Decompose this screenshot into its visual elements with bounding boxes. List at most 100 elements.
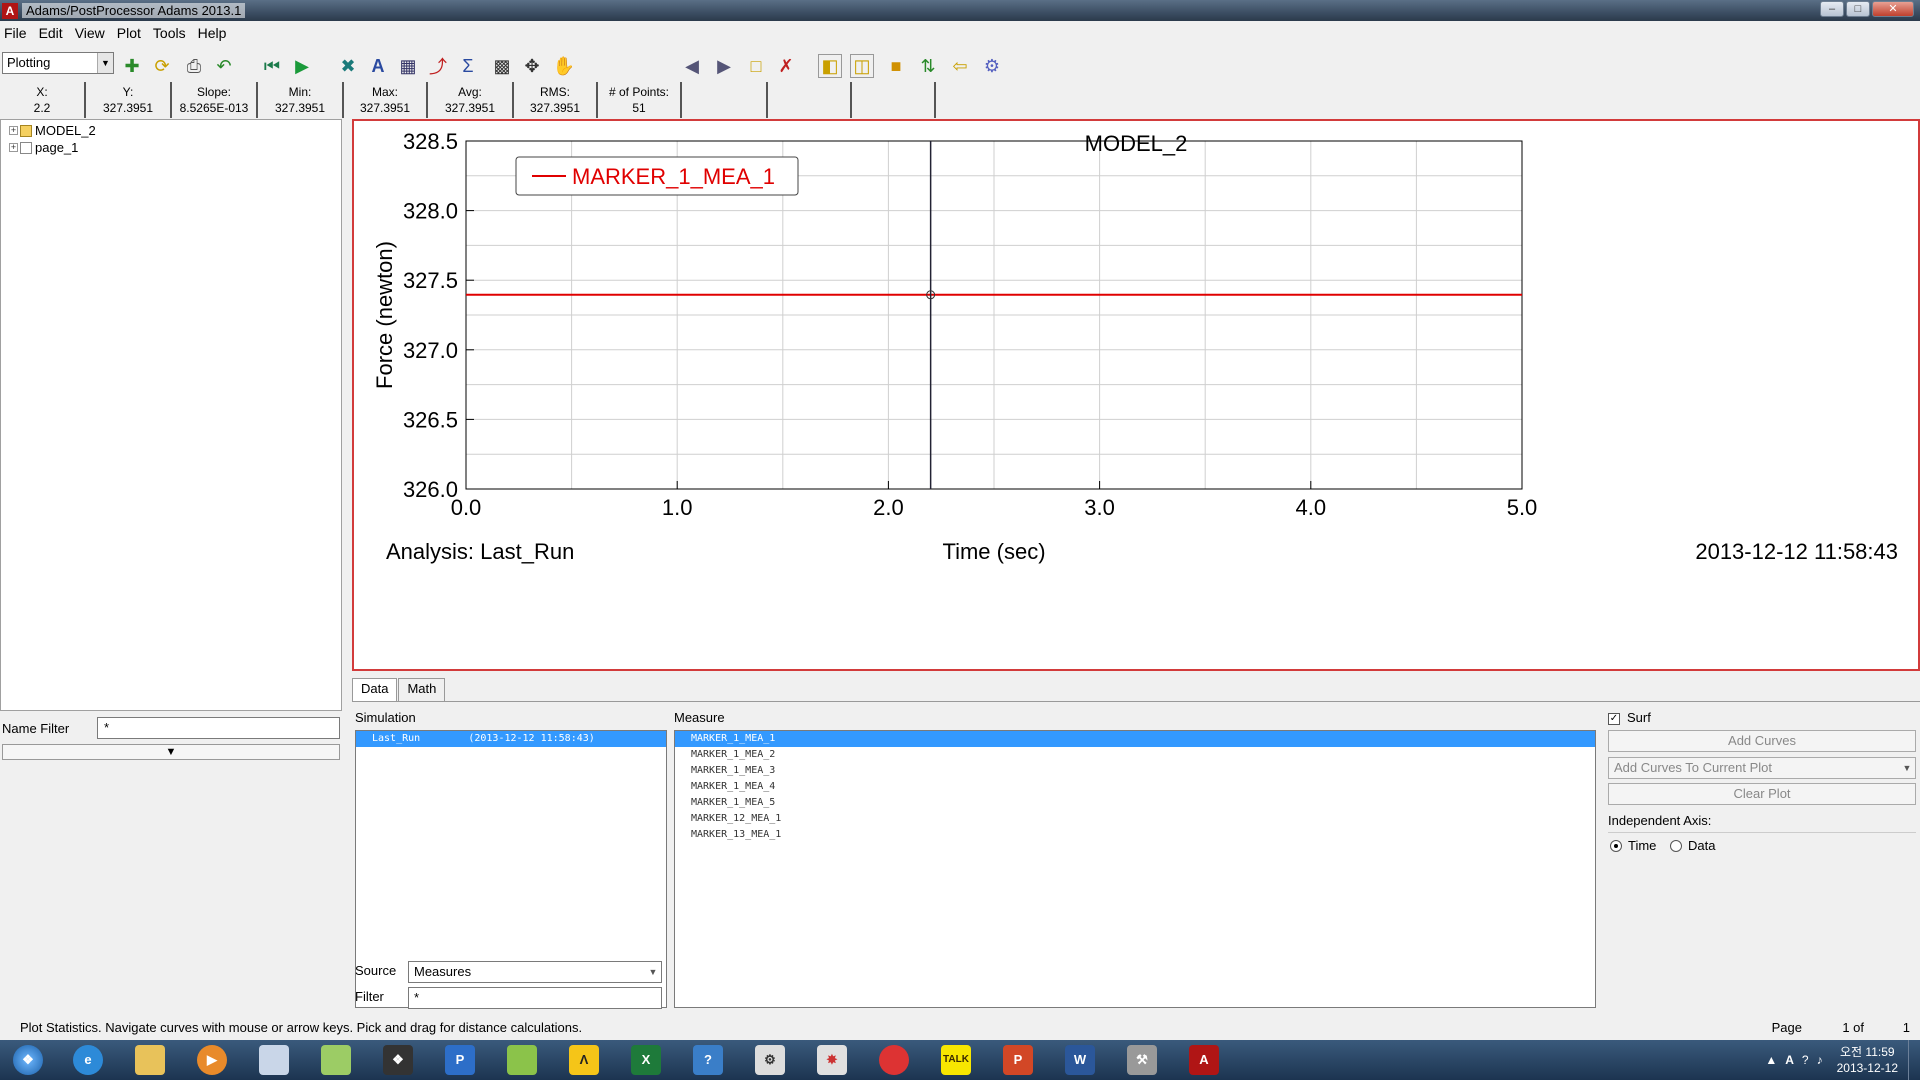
page-layout-icon[interactable]: □ — [744, 54, 768, 78]
menu-help[interactable]: Help — [198, 25, 227, 41]
settings-icon[interactable]: ⚙ — [980, 54, 1004, 78]
table-icon[interactable]: ▦ — [396, 54, 420, 78]
list-item[interactable]: MARKER_13_MEA_1 — [675, 827, 1595, 843]
panel-collapse-button[interactable]: ▼ — [2, 744, 340, 760]
taskbar-3d-app[interactable]: ❖ — [370, 1042, 426, 1078]
tree-item-model[interactable]: + MODEL_2 — [9, 123, 96, 138]
taskbar-ie[interactable]: e — [60, 1042, 116, 1078]
undo-icon[interactable]: ↶ — [212, 54, 236, 78]
start-button[interactable]: ❖ — [0, 1042, 56, 1078]
plot-area[interactable]: 326.0 326.5 327.0 327.5 328.0 328.5 0.0 1.0 2.0… — [352, 119, 1920, 671]
taskbar-media[interactable]: ▶ — [184, 1042, 240, 1078]
stat-empty-1 — [682, 82, 768, 118]
page-current: 1 of — [1842, 1019, 1864, 1035]
ime-indicator[interactable]: A — [1785, 1053, 1794, 1067]
refresh-icon[interactable]: ⟳ — [150, 54, 174, 78]
sigma-icon[interactable]: Σ — [456, 54, 480, 78]
name-filter-input[interactable]: * — [97, 717, 340, 739]
rewind-icon[interactable]: ⏮ — [260, 54, 284, 78]
taskbar-p-app[interactable]: P — [432, 1042, 488, 1078]
y-tick-label: 327.5 — [403, 268, 458, 293]
close-button[interactable]: ✕ — [1872, 1, 1914, 17]
delete-page-icon[interactable]: ✗ — [774, 54, 798, 78]
taskbar-paint[interactable]: ✸ — [804, 1042, 860, 1078]
add-curves-button[interactable]: Add Curves — [1608, 730, 1916, 752]
play-icon[interactable]: ▶ — [290, 54, 314, 78]
minimize-button[interactable]: – — [1820, 1, 1844, 17]
tree-item-page[interactable]: + page_1 — [9, 140, 78, 155]
taskbar-word[interactable]: W — [1052, 1042, 1108, 1078]
axis-data-label: Data — [1688, 838, 1716, 853]
mode-select[interactable]: Plotting ▼ — [2, 52, 114, 74]
chart-svg[interactable]: 326.0326.5327.0327.5328.0328.5 0.0 1.0 2.0… — [354, 121, 1918, 669]
taskbar-excel[interactable]: X — [618, 1042, 674, 1078]
list-item[interactable]: MARKER_1_MEA_4 — [675, 779, 1595, 795]
add-mode-select[interactable]: Add Curves To Current Plot ▼ — [1608, 757, 1916, 779]
y-tick-label: 328.0 — [403, 199, 458, 224]
text-icon[interactable]: A — [366, 54, 390, 78]
x-tick-label: 5.0 — [1507, 495, 1538, 520]
surf-checkbox[interactable]: ✓ — [1608, 713, 1620, 725]
taskbar-notepad[interactable] — [308, 1042, 364, 1078]
axis-data-radio[interactable] — [1670, 840, 1682, 852]
taskbar-chrome[interactable] — [866, 1042, 922, 1078]
layout-3-icon[interactable]: ■ — [884, 54, 908, 78]
menu-tools[interactable]: Tools — [153, 25, 186, 41]
maximize-button[interactable]: □ — [1846, 1, 1870, 17]
prev-page-icon[interactable]: ◀ — [680, 54, 704, 78]
print-icon[interactable]: ⎙ — [182, 54, 206, 78]
y-tick-labels: 326.0326.5327.0327.5328.0328.5 — [403, 129, 474, 502]
taskbar-talk[interactable]: TALK — [928, 1042, 984, 1078]
taskbar-calc[interactable]: ? — [680, 1042, 736, 1078]
menu-edit[interactable]: Edit — [39, 25, 63, 41]
curve-edit-icon[interactable]: ✖ — [336, 54, 360, 78]
help-icon[interactable]: ? — [1802, 1053, 1809, 1067]
show-desktop-button[interactable] — [1908, 1040, 1920, 1080]
norton-icon: Λ — [569, 1045, 599, 1075]
taskbar-norton[interactable]: Λ — [556, 1042, 612, 1078]
axis-time-radio[interactable] — [1610, 840, 1622, 852]
next-page-icon[interactable]: ▶ — [712, 54, 736, 78]
tab-math[interactable]: Math — [398, 678, 446, 702]
taskbar-tools[interactable]: ⚒ — [1114, 1042, 1170, 1078]
list-item[interactable]: MARKER_1_MEA_1 — [675, 731, 1595, 747]
swap-icon[interactable]: ⇅ — [916, 54, 940, 78]
tab-data[interactable]: Data — [352, 678, 398, 702]
measure-list[interactable]: MARKER_1_MEA_1 MARKER_1_MEA_2 MARKER_1_MEA… — [674, 730, 1596, 1008]
filter-input[interactable]: * — [408, 987, 662, 1009]
taskbar-powerpoint[interactable]: P — [990, 1042, 1046, 1078]
import-icon[interactable]: ⇦ — [948, 54, 972, 78]
pan-hand-icon[interactable]: ✋ — [552, 54, 576, 78]
list-item[interactable]: MARKER_1_MEA_3 — [675, 763, 1595, 779]
taskbar-hwp[interactable] — [494, 1042, 550, 1078]
list-item[interactable]: MARKER_1_MEA_5 — [675, 795, 1595, 811]
source-select[interactable]: Measures ▼ — [408, 961, 662, 983]
zoom-box-icon[interactable]: ▩ — [490, 54, 514, 78]
fit-icon[interactable]: ✥ — [520, 54, 544, 78]
taskbar-gear-app[interactable]: ⚙ — [742, 1042, 798, 1078]
network-icon[interactable]: ▲ — [1765, 1053, 1777, 1067]
list-item[interactable]: MARKER_12_MEA_1 — [675, 811, 1595, 827]
menu-file[interactable]: File — [4, 25, 27, 41]
legend[interactable]: MARKER_1_MEA_1 — [515, 156, 799, 196]
menu-view[interactable]: View — [75, 25, 105, 41]
layout-2-icon[interactable]: ◫ — [850, 54, 874, 78]
taskbar-adams[interactable]: A — [1176, 1042, 1232, 1078]
x-tick-label: 2.0 — [873, 495, 904, 520]
status-bar: Plot Statistics. Navigate curves with mo… — [0, 1016, 1920, 1038]
new-page-icon[interactable]: ✚ — [120, 54, 144, 78]
page-icon — [20, 141, 32, 154]
taskbar-window-app[interactable] — [246, 1042, 302, 1078]
clear-plot-button[interactable]: Clear Plot — [1608, 783, 1916, 805]
volume-icon[interactable]: ♪ — [1817, 1053, 1823, 1067]
list-item[interactable]: Last_Run (2013-12-12 11:58:43) — [356, 731, 666, 747]
statistics-curve-icon[interactable]: ⤴ — [426, 54, 450, 78]
expand-icon[interactable]: + — [9, 143, 18, 152]
layout-1-icon[interactable]: ◧ — [818, 54, 842, 78]
clock[interactable]: 오전 11:59 2013-12-12 — [1837, 1044, 1898, 1076]
taskbar-explorer[interactable] — [122, 1042, 178, 1078]
word-icon: W — [1065, 1045, 1095, 1075]
list-item[interactable]: MARKER_1_MEA_2 — [675, 747, 1595, 763]
expand-icon[interactable]: + — [9, 126, 18, 135]
menu-plot[interactable]: Plot — [117, 25, 141, 41]
